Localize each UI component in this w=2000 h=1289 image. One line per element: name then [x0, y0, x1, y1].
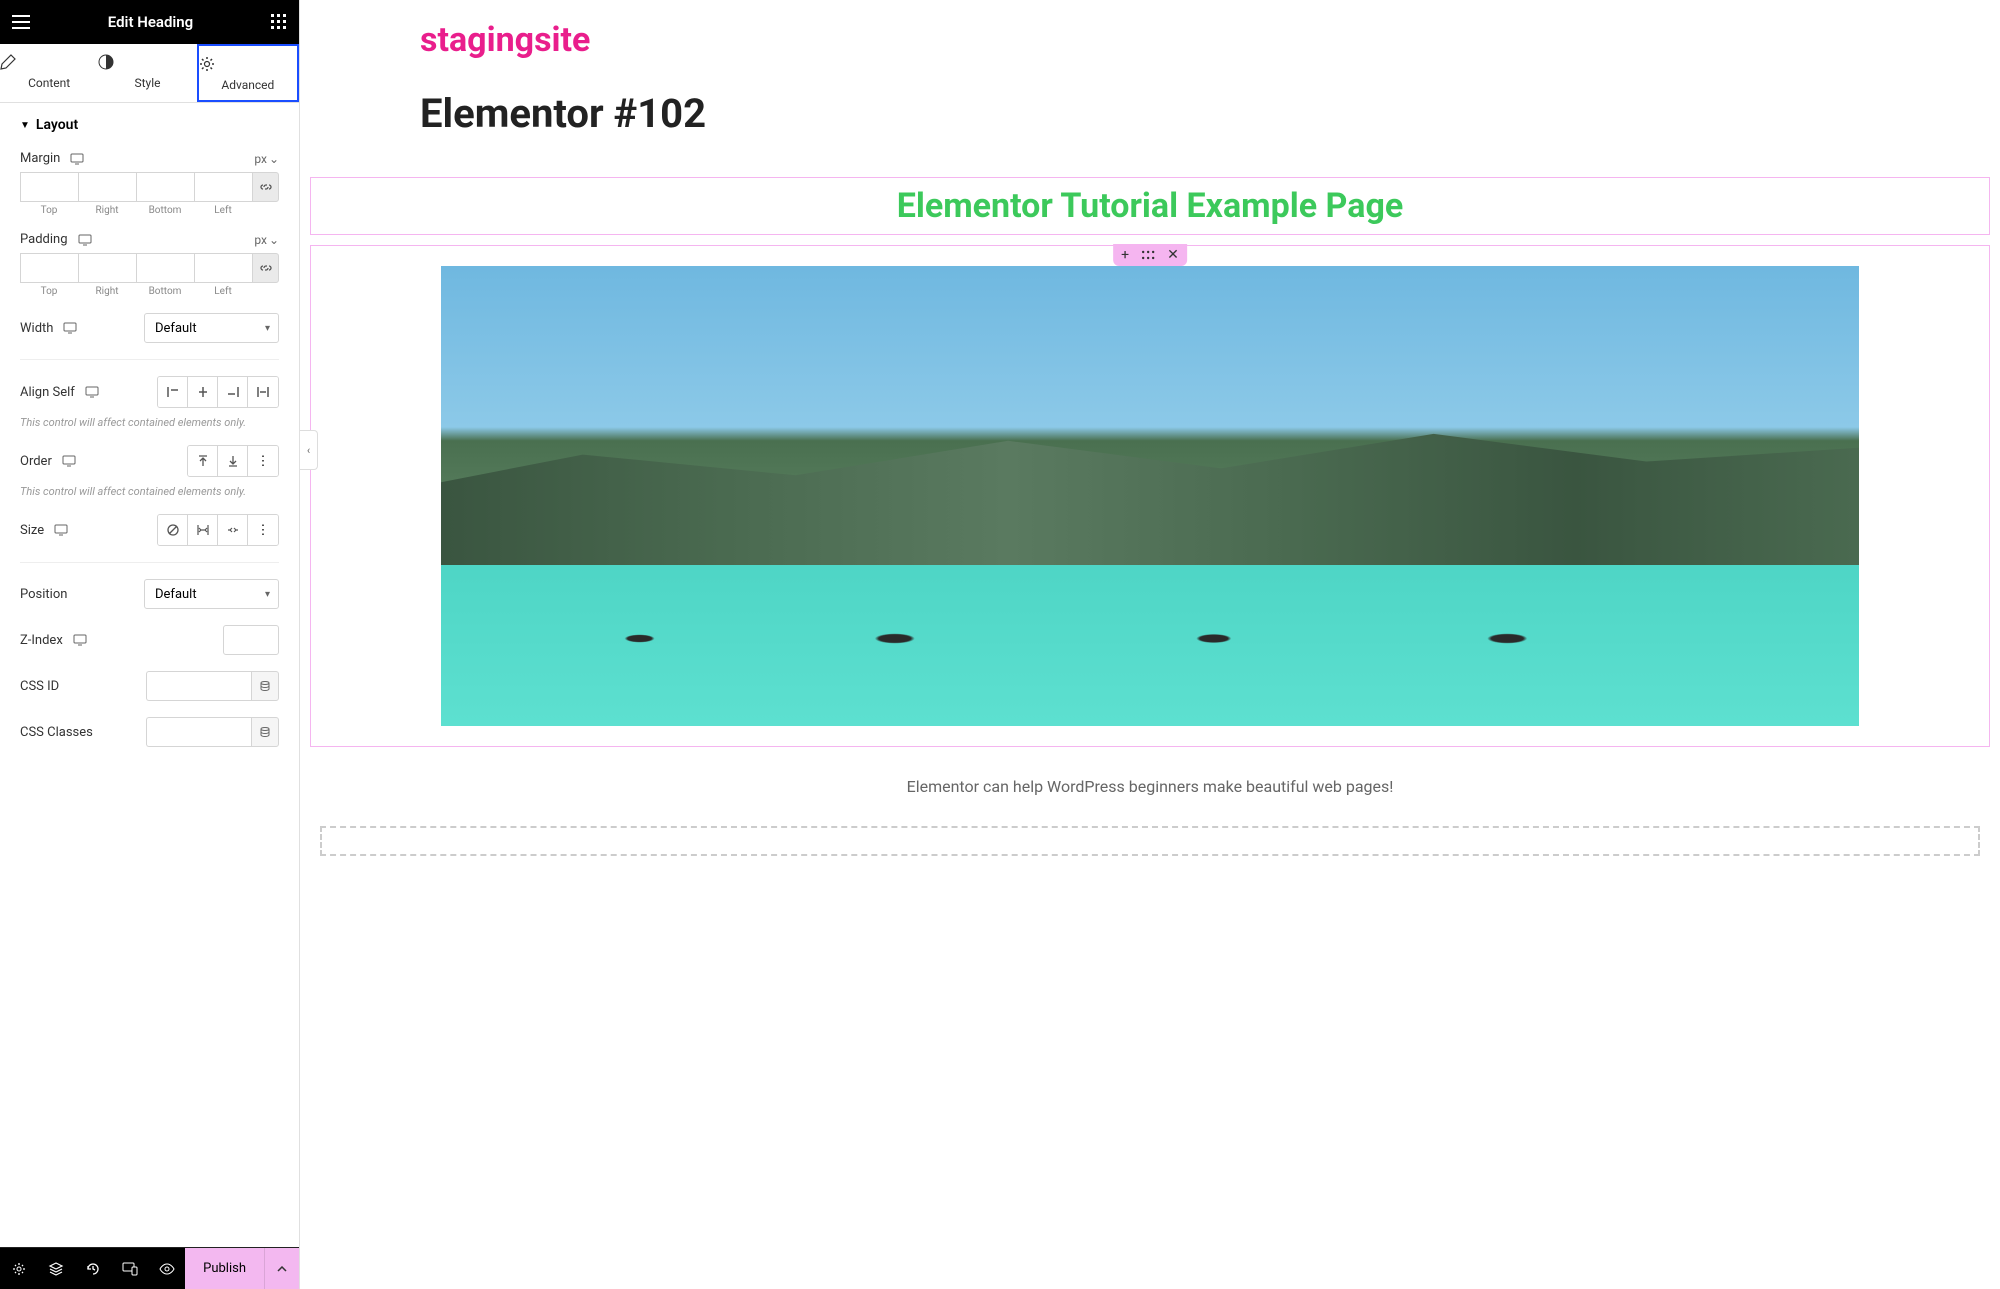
- margin-unit-select[interactable]: px ⌄: [254, 152, 279, 166]
- align-center-button[interactable]: [188, 377, 218, 407]
- preview-icon[interactable]: [148, 1248, 185, 1289]
- page-title: Elementor #102: [420, 90, 1400, 137]
- position-select[interactable]: Default: [144, 579, 279, 609]
- margin-label: Margin: [20, 151, 84, 166]
- panel-collapse-handle[interactable]: ‹: [300, 430, 318, 470]
- align-end-button[interactable]: [218, 377, 248, 407]
- gear-icon: [199, 56, 297, 74]
- order-label: Order: [20, 454, 187, 469]
- tab-content[interactable]: Content: [0, 44, 98, 102]
- padding-top-input[interactable]: [20, 253, 78, 283]
- margin-right-input[interactable]: [78, 172, 136, 202]
- size-group: ⋮: [157, 514, 279, 546]
- margin-left-input[interactable]: [194, 172, 252, 202]
- align-start-button[interactable]: [158, 377, 188, 407]
- panel-header: Edit Heading: [0, 0, 299, 44]
- css-id-label: CSS ID: [20, 679, 146, 694]
- device-icon[interactable]: [54, 524, 68, 536]
- width-label: Width: [20, 321, 144, 336]
- position-label: Position: [20, 587, 144, 602]
- device-icon[interactable]: [73, 634, 87, 646]
- padding-link-toggle[interactable]: [252, 253, 279, 283]
- padding-bottom-input[interactable]: [136, 253, 194, 283]
- image-section[interactable]: + ✕: [310, 245, 1990, 747]
- tutorial-heading[interactable]: Elementor Tutorial Example Page: [311, 178, 1989, 234]
- menu-icon[interactable]: [12, 15, 30, 29]
- size-shrink-button[interactable]: [218, 515, 248, 545]
- size-more-button[interactable]: ⋮: [248, 515, 278, 545]
- device-icon[interactable]: [78, 234, 92, 246]
- order-group: ⋮: [187, 445, 279, 477]
- widgets-grid-icon[interactable]: [271, 14, 287, 30]
- layout-section-toggle[interactable]: ▼ Layout: [0, 103, 299, 143]
- navigator-icon[interactable]: [37, 1248, 74, 1289]
- image-caption[interactable]: Elementor can help WordPress beginners m…: [300, 757, 2000, 816]
- responsive-icon[interactable]: [111, 1248, 148, 1289]
- device-icon[interactable]: [85, 386, 99, 398]
- margin-top-input[interactable]: [20, 172, 78, 202]
- order-helper-text: This control will affect contained eleme…: [0, 485, 299, 506]
- site-title[interactable]: stagingsite: [420, 20, 1400, 60]
- empty-section-placeholder[interactable]: [320, 826, 1980, 856]
- width-select[interactable]: Default: [144, 313, 279, 343]
- padding-right-input[interactable]: [78, 253, 136, 283]
- css-classes-input[interactable]: [146, 717, 251, 747]
- css-classes-label: CSS Classes: [20, 725, 146, 740]
- device-icon[interactable]: [70, 153, 84, 165]
- align-helper-text: This control will affect contained eleme…: [0, 416, 299, 437]
- drag-section-icon[interactable]: [1141, 250, 1155, 260]
- settings-icon[interactable]: [0, 1248, 37, 1289]
- padding-left-input[interactable]: [194, 253, 252, 283]
- margin-bottom-input[interactable]: [136, 172, 194, 202]
- size-grow-button[interactable]: [188, 515, 218, 545]
- align-self-group: [157, 376, 279, 408]
- publish-button[interactable]: Publish: [185, 1248, 299, 1289]
- add-section-icon[interactable]: +: [1121, 247, 1129, 263]
- hero-image[interactable]: [441, 266, 1859, 726]
- tab-style[interactable]: Style: [98, 44, 196, 102]
- css-classes-dynamic-button[interactable]: [251, 717, 279, 747]
- zindex-input[interactable]: [223, 625, 279, 655]
- style-icon: [98, 54, 196, 72]
- device-icon[interactable]: [62, 455, 76, 467]
- css-id-input[interactable]: [146, 671, 251, 701]
- tab-advanced[interactable]: Advanced: [197, 44, 299, 102]
- editor-tabs: Content Style Advanced: [0, 44, 299, 103]
- panel-title: Edit Heading: [30, 13, 271, 31]
- order-end-button[interactable]: [218, 446, 248, 476]
- margin-link-toggle[interactable]: [252, 172, 279, 202]
- caret-down-icon: ▼: [20, 120, 30, 131]
- pencil-icon: [0, 54, 98, 72]
- size-none-button[interactable]: [158, 515, 188, 545]
- order-start-button[interactable]: [188, 446, 218, 476]
- zindex-label: Z-Index: [20, 633, 223, 648]
- delete-section-icon[interactable]: ✕: [1167, 247, 1179, 263]
- device-icon[interactable]: [63, 322, 77, 334]
- size-label: Size: [20, 523, 157, 538]
- heading-section[interactable]: Elementor Tutorial Example Page: [310, 177, 1990, 235]
- history-icon[interactable]: [74, 1248, 111, 1289]
- order-more-button[interactable]: ⋮: [248, 446, 278, 476]
- align-stretch-button[interactable]: [248, 377, 278, 407]
- section-controls: + ✕: [1113, 244, 1187, 266]
- align-self-label: Align Self: [20, 385, 157, 400]
- padding-label: Padding: [20, 232, 92, 247]
- css-id-dynamic-button[interactable]: [251, 671, 279, 701]
- publish-options-button[interactable]: [264, 1248, 299, 1289]
- padding-unit-select[interactable]: px ⌄: [254, 233, 279, 247]
